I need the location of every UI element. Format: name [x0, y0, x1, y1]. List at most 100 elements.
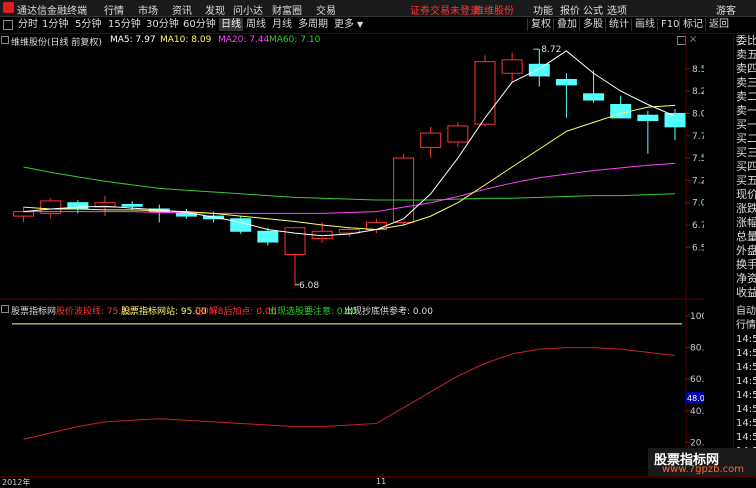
- indicator-tick-label: 100.00: [690, 312, 704, 322]
- menu-jiaoyi[interactable]: 交易: [316, 2, 336, 17]
- login-status[interactable]: 证券交易未登录: [410, 2, 480, 17]
- price-tick-label: 7.25: [692, 176, 704, 186]
- candle-body-down: [583, 93, 605, 101]
- quote-field-label: 换手: [736, 258, 756, 271]
- low-price-label: 6.08: [299, 281, 319, 291]
- indicator-chart[interactable]: 100.00 80.00 60.00 40.00 20.00 48.06: [0, 302, 704, 474]
- menu-faxian[interactable]: 发现: [205, 2, 225, 17]
- price-tick-label: 8.25: [692, 87, 704, 97]
- btn-fanhui[interactable]: 返回: [705, 18, 732, 31]
- menu-wenxiaoda[interactable]: 问小达: [233, 2, 263, 17]
- indicator-tick-label: 20.00: [690, 438, 704, 448]
- quote-field-label: 买五: [736, 174, 756, 187]
- ma5-line: [23, 50, 676, 237]
- candle-body-up: [501, 59, 523, 74]
- indicator-tick-label: 80.00: [690, 344, 704, 354]
- menu-hangqing[interactable]: 行情: [104, 2, 124, 17]
- tool-baojia[interactable]: 报价: [560, 2, 580, 17]
- quote-field-label: 买二: [736, 132, 756, 145]
- tick-row-label: 14:5: [736, 432, 756, 443]
- candle-body-down: [121, 204, 143, 207]
- stock-name-title: 维维股份: [474, 6, 514, 17]
- app-logo-icon: [3, 2, 14, 13]
- quote-field-label: 涨幅: [736, 216, 756, 229]
- app-name: 通达信金融终端: [17, 6, 87, 17]
- price-tick-label: 7.00: [692, 199, 704, 209]
- quote-field-label: 买三: [736, 146, 756, 159]
- candle-body-down: [664, 112, 686, 128]
- tick-row-label: 14:5: [736, 362, 756, 373]
- quote-field-label: 买一: [736, 118, 756, 131]
- tick-row-label: 14:5: [736, 418, 756, 429]
- period-1min[interactable]: 1分钟: [40, 18, 70, 31]
- menu-caifuquan[interactable]: 财富圈: [272, 2, 302, 17]
- period-more[interactable]: 更多: [332, 18, 356, 31]
- tick-row-label: 14:5: [736, 334, 756, 345]
- indicator-line: [23, 347, 676, 440]
- tool-gongshi[interactable]: 公式: [583, 2, 603, 17]
- period-multi[interactable]: 多周期: [296, 18, 330, 31]
- quote-field-label: 外盘: [736, 244, 756, 257]
- ma20-line: [23, 162, 676, 214]
- period-60min[interactable]: 60分钟: [181, 18, 218, 31]
- status-year: 2012年: [2, 478, 31, 487]
- status-bar: 2012年 11: [0, 476, 756, 488]
- period-30min[interactable]: 30分钟: [144, 18, 181, 31]
- period-toolbar: 分时 1分钟 5分钟 15分钟 30分钟 60分钟 日线 周线 月线 多周期 更…: [0, 17, 756, 34]
- current-value-label: 48.06: [687, 394, 704, 403]
- btn-huaxian[interactable]: 画线: [631, 18, 658, 31]
- quote-field-label: 总量: [736, 230, 756, 243]
- tool-gongneng[interactable]: 功能: [533, 2, 553, 17]
- quote-field-label: 现价: [736, 188, 756, 201]
- candle-body-down: [257, 230, 279, 243]
- guest-button[interactable]: 游客: [716, 2, 736, 17]
- quote-field-label: 卖三: [736, 76, 756, 89]
- ma60-line: [23, 166, 676, 201]
- btn-biaoji[interactable]: 标记: [679, 18, 706, 31]
- price-chart[interactable]: 8.50 8.25 8.00 7.75 7.50 7.25 7.00 6.75 6.50 8.7…: [0, 34, 704, 300]
- candle-body-down: [528, 63, 550, 77]
- indicator-tick-label: 60.00: [690, 375, 704, 385]
- price-tick-label: 6.50: [692, 243, 704, 253]
- btn-diejia[interactable]: 叠加: [553, 18, 580, 31]
- price-tick-label: 7.75: [692, 132, 704, 142]
- title-bar: 通达信金融终端 行情 市场 资讯 发现 问小达 财富圈 交易 证券交易未登录 维…: [0, 0, 756, 17]
- watermark-url: www.7gpzb.com: [662, 464, 744, 475]
- btn-fuquan[interactable]: 复权: [527, 18, 554, 31]
- tick-row-label: 行情: [736, 320, 756, 331]
- candle-body-up: [447, 125, 469, 143]
- site-watermark: 股票指标网 www.7gpzb.com: [648, 448, 756, 476]
- price-tick-label: 8.00: [692, 109, 704, 119]
- period-weekly[interactable]: 周线: [244, 18, 268, 31]
- quote-field-label: 涨跌: [736, 202, 756, 215]
- tool-xuanxiang[interactable]: 选项: [607, 2, 627, 17]
- price-tick-label: 8.50: [692, 65, 704, 75]
- period-fenshi[interactable]: 分时: [16, 18, 40, 31]
- panel-toggle-icon[interactable]: [3, 20, 13, 30]
- quote-field-label: 卖四: [736, 62, 756, 75]
- tick-row-label: 14:5: [736, 376, 756, 387]
- indicator-tick-label: 40.00: [690, 407, 704, 417]
- tick-row-label: 14:5: [736, 348, 756, 359]
- ma10-line: [23, 104, 676, 231]
- period-monthly[interactable]: 月线: [270, 18, 294, 31]
- price-tick-label: 6.75: [692, 221, 704, 231]
- btn-tongji[interactable]: 统计: [605, 18, 632, 31]
- period-15min[interactable]: 15分钟: [106, 18, 143, 31]
- quote-field-label: 买四: [736, 160, 756, 173]
- status-mark: 11: [376, 477, 387, 486]
- tick-row-label: 14:5: [736, 390, 756, 401]
- period-5min[interactable]: 5分钟: [73, 18, 103, 31]
- quote-field-label: 卖一: [736, 104, 756, 117]
- btn-duogu[interactable]: 多股: [579, 18, 606, 31]
- menu-zixun[interactable]: 资讯: [172, 2, 192, 17]
- quote-field-label: 收益: [736, 286, 756, 299]
- quote-side-panel: 委比 卖五 卖四 卖三 卖二 卖一 买一 买二 买三 买四 买五 现价 涨跌 涨幅 总量 外盘 换手 净资 收益: [733, 34, 756, 304]
- candle-body-up: [474, 61, 496, 125]
- quote-field-label: 委比: [736, 34, 756, 47]
- tick-row-label: 14:5: [736, 404, 756, 415]
- menu-shichang[interactable]: 市场: [138, 2, 158, 17]
- period-daily[interactable]: 日线: [219, 18, 243, 31]
- chevron-down-icon[interactable]: ▼: [357, 20, 363, 29]
- candle-body-up: [420, 132, 442, 148]
